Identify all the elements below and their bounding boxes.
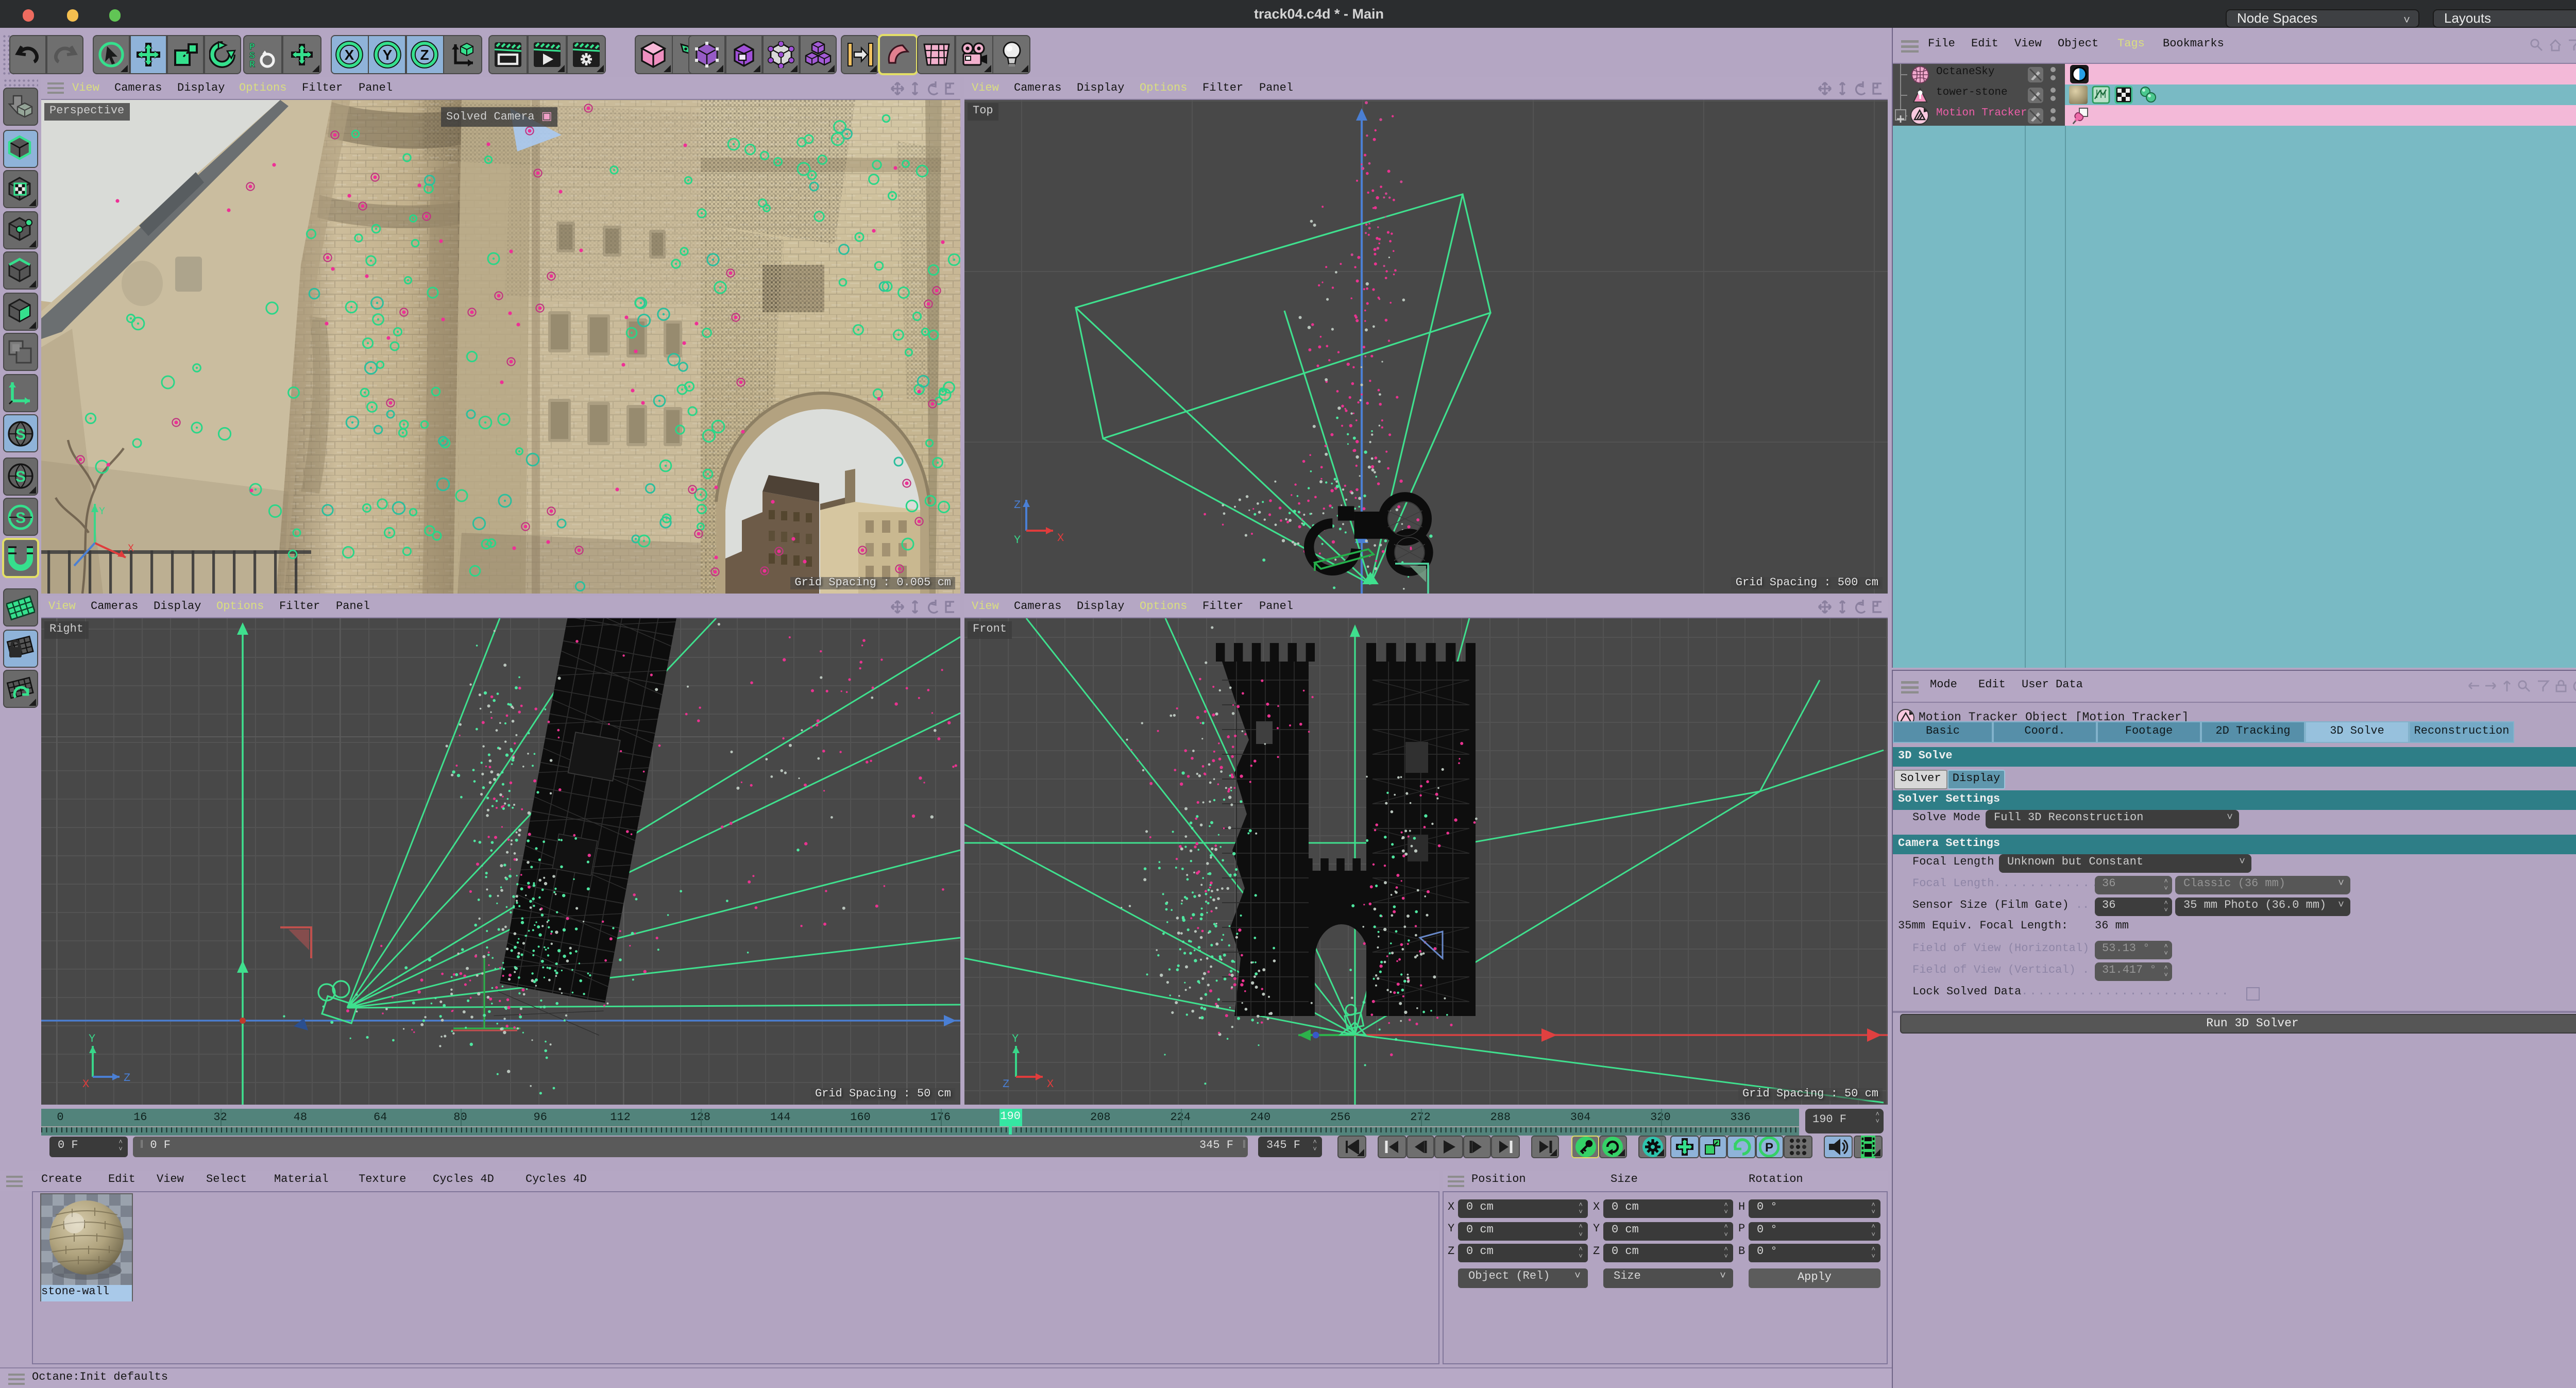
svg-text:S: S: [15, 509, 26, 526]
svg-text:Y: Y: [382, 47, 392, 63]
svg-text:Y: Y: [1012, 1032, 1019, 1045]
svg-text:Y: Y: [99, 506, 105, 518]
svg-text:X: X: [345, 47, 354, 63]
svg-text:Y: Y: [1014, 534, 1021, 547]
svg-text:Z: Z: [124, 1072, 130, 1085]
svg-text:Z: Z: [1003, 1078, 1009, 1091]
svg-text:X: X: [128, 543, 134, 555]
svg-text:S: S: [15, 426, 26, 443]
svg-text:S: S: [15, 468, 26, 485]
svg-text:P: P: [1765, 1141, 1773, 1155]
svg-text:Z: Z: [1014, 499, 1021, 512]
svg-text:X: X: [82, 1078, 89, 1091]
svg-text:R: R: [249, 60, 255, 69]
svg-text:X: X: [1047, 1078, 1054, 1091]
svg-text:Z: Z: [420, 47, 429, 63]
svg-text:Y: Y: [89, 1032, 95, 1045]
svg-text:X: X: [1057, 532, 1064, 545]
